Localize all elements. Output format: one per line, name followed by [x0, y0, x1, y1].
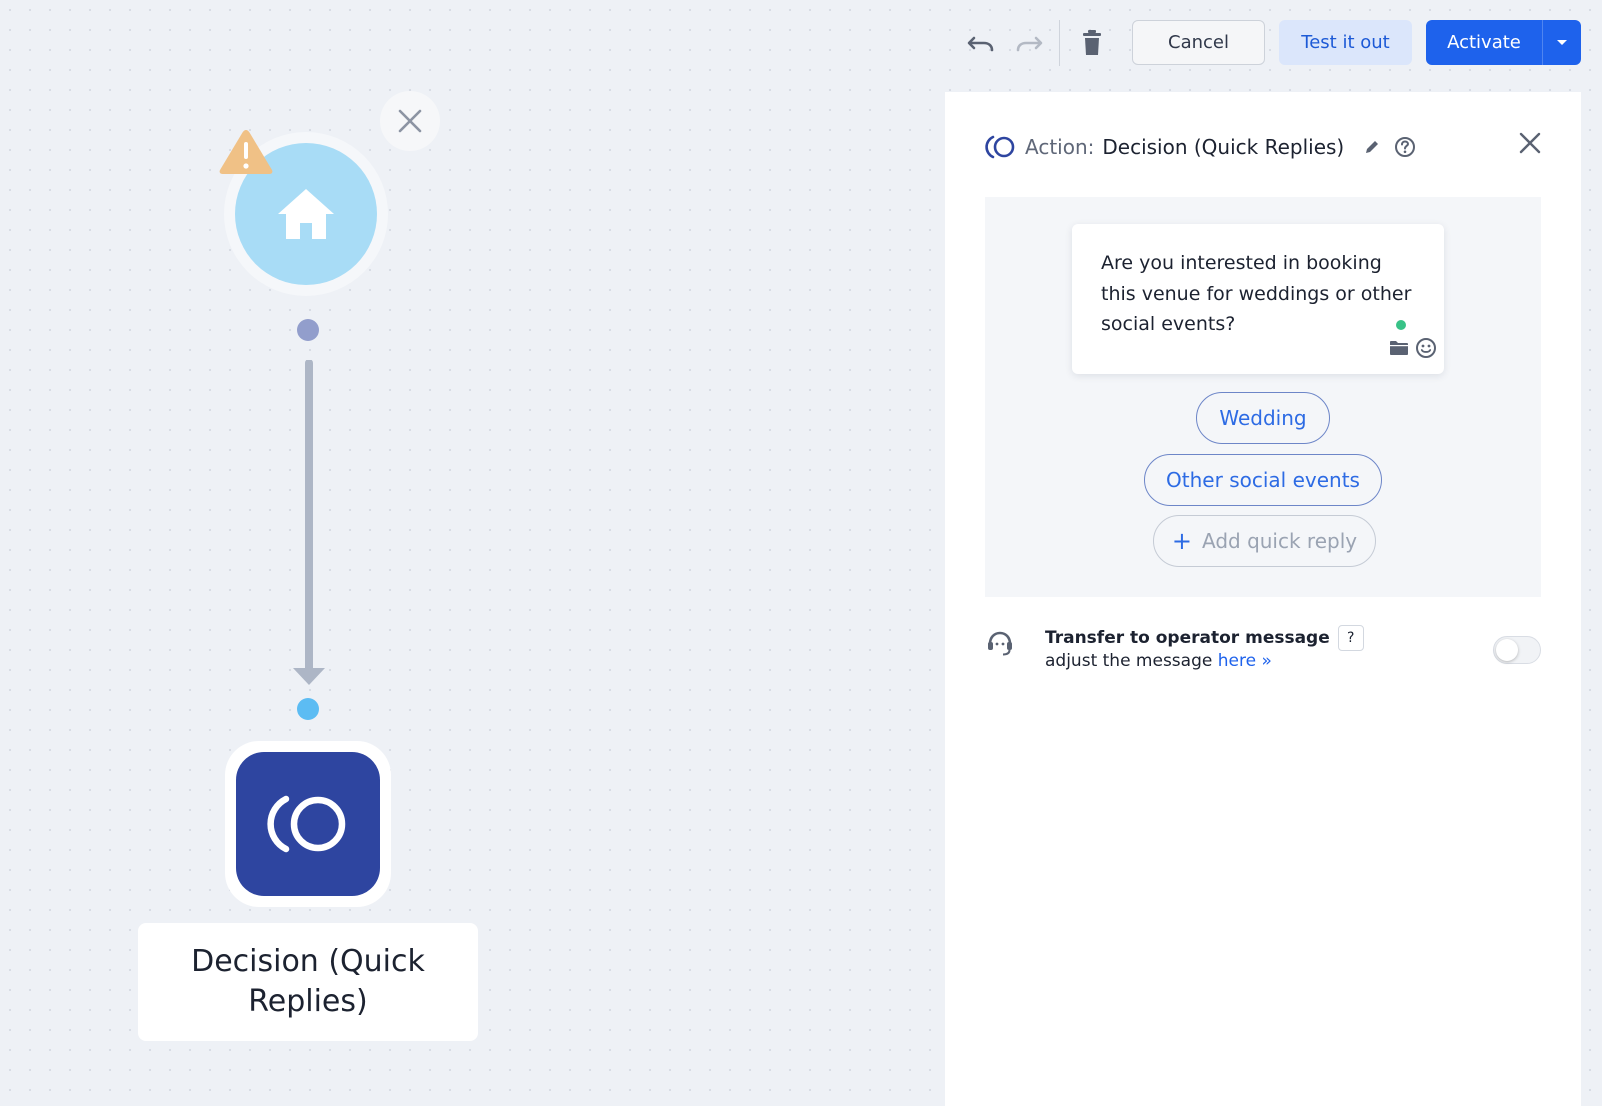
add-quick-reply-button[interactable]: + Add quick reply [1153, 515, 1376, 567]
warning-icon [218, 128, 274, 180]
plus-icon: + [1171, 527, 1192, 555]
adjust-message-link[interactable]: here » [1218, 651, 1272, 671]
edit-title-pencil-icon[interactable] [1364, 139, 1380, 155]
toolbar: Cancel Test it out Activate [961, 19, 1581, 66]
quick-replies-icon [985, 135, 1015, 159]
activate-label: Activate [1447, 32, 1521, 53]
trash-icon[interactable] [1072, 23, 1112, 63]
message-tools [1383, 337, 1437, 359]
transfer-title-text: Transfer to operator message [1045, 628, 1330, 648]
help-icon[interactable] [1394, 136, 1416, 158]
connector-arrow [293, 360, 325, 685]
quick-reply-button[interactable]: Other social events [1144, 454, 1382, 506]
activate-button[interactable]: Activate [1426, 20, 1581, 65]
toolbar-divider [1059, 19, 1060, 66]
close-icon [398, 109, 422, 133]
redo-icon[interactable] [1009, 23, 1049, 63]
folder-icon[interactable] [1389, 340, 1409, 356]
message-text[interactable]: Are you interested in booking this venue… [1101, 248, 1421, 340]
quick-replies-icon [267, 795, 346, 853]
output-port[interactable] [297, 319, 319, 341]
decision-node-label[interactable]: Decision (Quick Replies) [138, 923, 478, 1041]
operator-headset-icon [988, 631, 1012, 656]
decision-node-inner [236, 752, 380, 896]
message-editor-area: Are you interested in booking this venue… [985, 197, 1541, 597]
activate-dropdown-caret-icon[interactable] [1542, 20, 1581, 65]
add-quick-reply-label: Add quick reply [1201, 529, 1358, 553]
emoji-icon[interactable] [1415, 337, 1437, 359]
decision-node[interactable] [225, 741, 391, 907]
input-port[interactable] [297, 698, 319, 720]
panel-title-prefix: Action: [1025, 135, 1095, 159]
cancel-button[interactable]: Cancel [1132, 20, 1265, 65]
remove-node-button[interactable] [380, 91, 440, 151]
home-icon [278, 189, 334, 239]
transfer-help-icon[interactable]: ? [1337, 625, 1364, 651]
test-it-out-button[interactable]: Test it out [1279, 20, 1412, 65]
toggle-knob [1496, 639, 1518, 661]
transfer-to-operator-setting: Transfer to operator message ? adjust th… [985, 625, 1541, 685]
action-panel: Action: Decision (Quick Replies) Are you… [945, 92, 1581, 1106]
quick-reply-button[interactable]: Wedding [1196, 392, 1330, 444]
panel-title: Decision (Quick Replies) [1102, 135, 1345, 159]
close-panel-icon[interactable] [1519, 132, 1541, 158]
message-bubble[interactable]: Are you interested in booking this venue… [1072, 224, 1444, 374]
transfer-title: Transfer to operator message ? [1045, 625, 1364, 651]
transfer-subtext-label: adjust the message [1045, 651, 1213, 671]
undo-icon[interactable] [961, 23, 1001, 63]
transfer-toggle[interactable] [1493, 636, 1541, 664]
panel-header: Action: Decision (Quick Replies) [985, 130, 1541, 164]
transfer-subtext: adjust the message here » [1045, 651, 1272, 671]
status-dot [1396, 320, 1406, 330]
